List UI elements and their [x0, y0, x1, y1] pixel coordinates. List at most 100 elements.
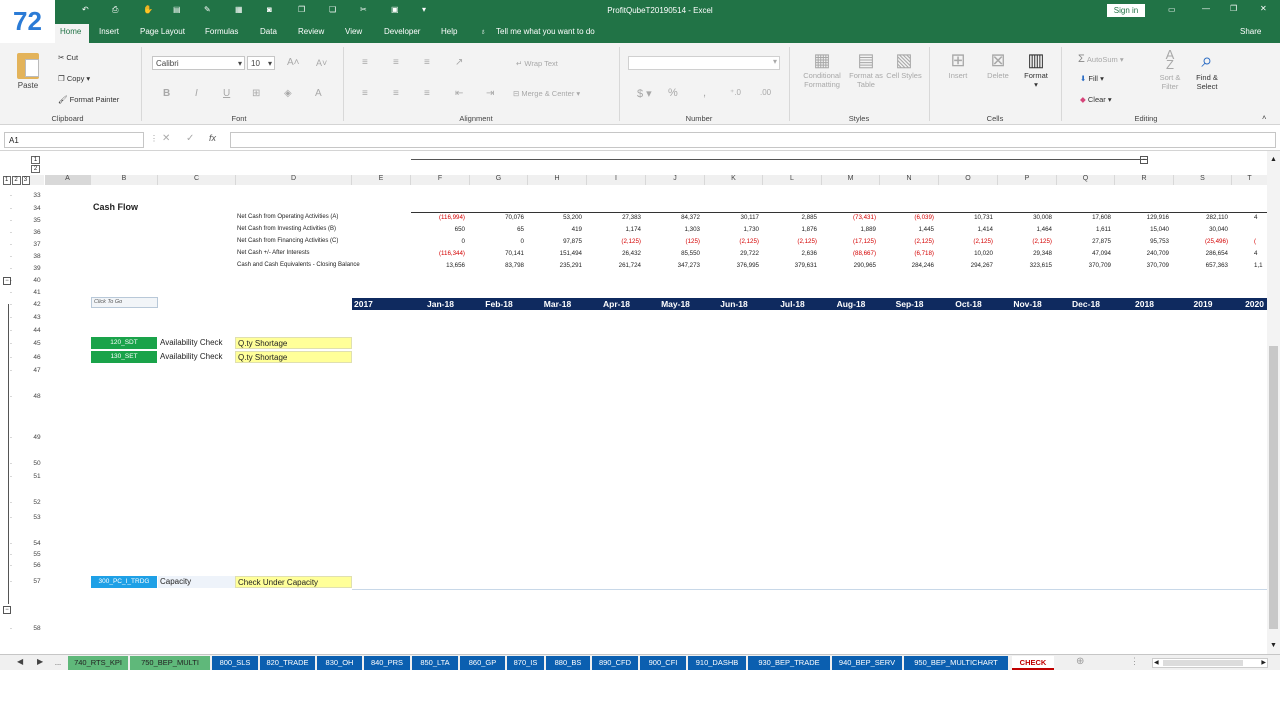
row-outline-2[interactable]: 2 — [12, 176, 21, 185]
row-header[interactable]: 33 — [30, 192, 44, 199]
row-header[interactable]: 34 — [30, 205, 44, 212]
column-header[interactable]: I — [587, 175, 646, 185]
select-all[interactable] — [30, 175, 44, 185]
insert-cells-button[interactable]: ⊞ Insert — [940, 50, 976, 80]
row-header[interactable]: 36 — [30, 229, 44, 236]
sheet-tab[interactable]: 840_PRS — [364, 656, 410, 670]
delete-cells-button[interactable]: ⊠ Delete — [980, 50, 1016, 80]
sheet-tab[interactable]: 900_CFI — [640, 656, 686, 670]
currency-icon[interactable]: $ ▾ — [637, 87, 652, 100]
click-to-go-button[interactable]: Click To Go — [91, 297, 158, 308]
row-header[interactable]: 43 — [30, 314, 44, 321]
row-header[interactable]: 46 — [30, 354, 44, 361]
sort-filter-button[interactable]: A Z Sort & Filter — [1152, 48, 1188, 91]
cancel-icon[interactable]: ✕ — [162, 133, 170, 144]
close-icon[interactable]: ✕ — [1260, 4, 1267, 13]
check-code-button[interactable]: 300_PC_I_TRDG — [91, 576, 157, 588]
tab-developer[interactable]: Developer — [384, 27, 420, 36]
vertical-scroll-thumb[interactable] — [1269, 346, 1278, 629]
insert-function-icon[interactable]: fx — [209, 133, 216, 143]
worksheet[interactable]: 1 2 123 − − − ABCDEFGHIJKLMNOPQRST 33 · 34… — [0, 151, 1280, 654]
ribbon-display-icon[interactable]: ▭ — [1168, 5, 1176, 14]
outline-level-2[interactable]: 2 — [31, 165, 40, 173]
paste-icon[interactable]: ▣ — [391, 5, 399, 14]
sign-in-button[interactable]: Sign in — [1107, 4, 1145, 17]
number-format-select[interactable]: ▾ — [628, 56, 780, 70]
scroll-right-icon[interactable]: ▶ — [1261, 659, 1266, 666]
row-group-collapse[interactable]: − — [3, 606, 11, 614]
sheet-tab[interactable]: 820_TRADE — [260, 656, 315, 670]
cut-button[interactable]: ✂ Cut — [58, 53, 78, 62]
decrease-indent-icon[interactable]: ⇤ — [455, 88, 463, 99]
customize-icon[interactable]: ▾ — [422, 5, 426, 14]
minimize-icon[interactable]: — — [1202, 4, 1210, 13]
row-header[interactable]: 51 — [30, 473, 44, 480]
cell-styles-button[interactable]: ▧ Cell Styles — [886, 50, 922, 80]
column-header[interactable]: G — [470, 175, 528, 185]
row-header[interactable]: 57 — [30, 578, 44, 585]
horizontal-scroll-thumb[interactable] — [1163, 660, 1243, 666]
fill-button[interactable]: ⬇ Fill ▾ — [1080, 74, 1104, 83]
underline-icon[interactable]: U — [223, 88, 230, 99]
conditional-formatting-button[interactable]: ▦ Conditional Formatting — [798, 50, 846, 89]
scroll-left-icon[interactable]: ◀ — [1154, 659, 1159, 666]
row-header[interactable]: 38 — [30, 253, 44, 260]
shrink-font-icon[interactable]: A˅ — [316, 58, 327, 68]
copy-icon[interactable]: ❐ — [298, 5, 305, 14]
clear-button[interactable]: ◆ Clear ▾ — [1080, 95, 1112, 104]
font-size-select[interactable]: 10 ▾ — [247, 56, 275, 70]
format-painter-button[interactable]: 🖌 Format Painter — [58, 95, 119, 104]
align-center-icon[interactable]: ≡ — [393, 88, 399, 99]
percent-icon[interactable]: % — [668, 87, 678, 99]
row-outline-3[interactable]: 3 — [21, 176, 31, 185]
column-header[interactable]: Q — [1057, 175, 1115, 185]
copy-button[interactable]: ❐ Copy ▾ — [58, 74, 90, 83]
row-header[interactable]: 55 — [30, 551, 44, 558]
document-icon[interactable]: ▦ — [235, 5, 243, 14]
align-left-icon[interactable]: ≡ — [362, 88, 368, 99]
form-icon[interactable]: ▤ — [173, 5, 181, 14]
column-header[interactable]: T — [1232, 175, 1268, 185]
row-header[interactable]: 45 — [30, 340, 44, 347]
tab-view[interactable]: View — [345, 27, 362, 36]
sheet-tab[interactable]: 830_OH — [317, 656, 362, 670]
scissors-icon[interactable]: ✂ — [360, 5, 367, 14]
row-header[interactable]: 47 — [30, 367, 44, 374]
row-header[interactable]: 52 — [30, 499, 44, 506]
tab-help[interactable]: Help — [441, 27, 457, 36]
tab-scroll-right-icon[interactable]: ▶ — [37, 657, 43, 666]
column-header[interactable]: A — [45, 175, 91, 185]
new-sheet-icon[interactable]: ⊕ — [1076, 656, 1084, 667]
share-button[interactable]: Share — [1240, 27, 1261, 36]
name-box[interactable]: A1 — [4, 132, 144, 148]
row-header[interactable]: 56 — [30, 562, 44, 569]
column-header[interactable]: E — [352, 175, 411, 185]
column-header[interactable]: S — [1174, 175, 1232, 185]
row-header[interactable]: 48 — [30, 393, 44, 400]
format-as-table-button[interactable]: ▤ Format as Table — [846, 50, 886, 89]
sheet-tab[interactable]: 950_BEP_MULTICHART — [904, 656, 1008, 670]
tab-formulas[interactable]: Formulas — [205, 27, 238, 36]
row-header[interactable]: 54 — [30, 540, 44, 547]
row-header[interactable]: 50 — [30, 460, 44, 467]
column-header[interactable]: B — [91, 175, 158, 185]
outline-level-1[interactable]: 1 — [31, 156, 40, 164]
row-header[interactable]: 49 — [30, 434, 44, 441]
row-header[interactable]: 37 — [30, 241, 44, 248]
tab-insert[interactable]: Insert — [99, 27, 119, 36]
column-header[interactable]: P — [998, 175, 1057, 185]
italic-icon[interactable]: I — [195, 88, 198, 99]
fill-color-icon[interactable]: ◈ — [284, 88, 292, 99]
row-header[interactable]: 58 — [30, 625, 44, 632]
wrap-text-button[interactable]: ↵ Wrap Text — [516, 59, 558, 68]
check-code-button[interactable]: 130_SET — [91, 351, 157, 363]
camera-icon[interactable]: ◙ — [267, 5, 272, 14]
paste-button[interactable]: Paste — [12, 53, 44, 93]
sheet-tab[interactable]: CHECK — [1012, 656, 1054, 670]
comma-icon[interactable]: , — [703, 87, 706, 99]
tab-data[interactable]: Data — [260, 27, 277, 36]
column-header[interactable]: D — [236, 175, 352, 185]
increase-decimal-icon[interactable]: ⁺.0 — [730, 88, 741, 97]
sheet-tab[interactable]: 740_RTS_KPI — [68, 656, 128, 670]
print-preview-icon[interactable]: ⎙ — [112, 5, 118, 15]
